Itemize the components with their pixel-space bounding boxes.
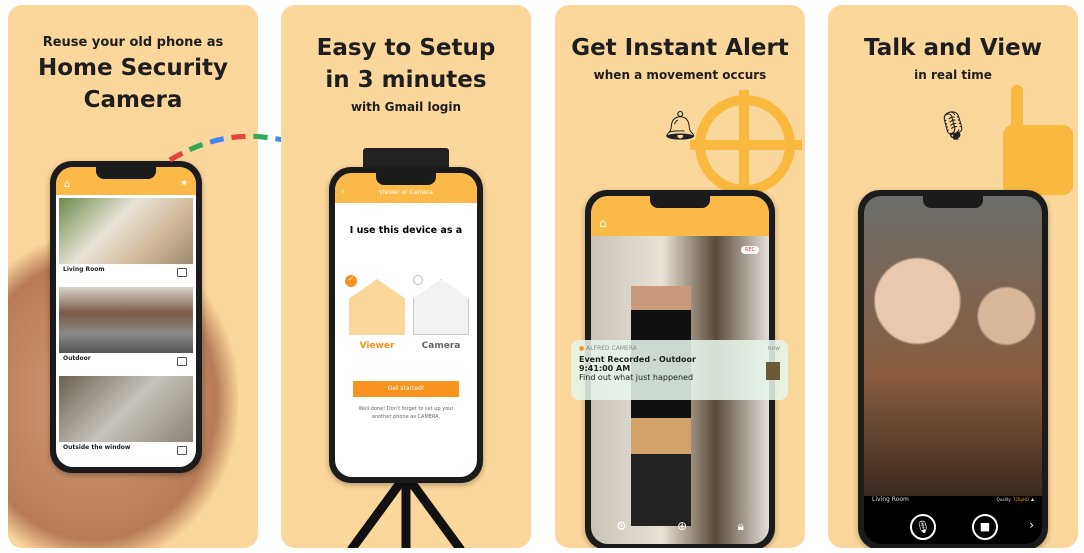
phone: ‹ Viewer or Camera I use this device as …: [329, 167, 483, 483]
home-icon[interactable]: ⌂: [599, 216, 607, 230]
option-camera[interactable]: [413, 279, 469, 335]
playback-icon[interactable]: [177, 357, 187, 366]
phone: Living Room Quality 720pHD ▴ 🎙︎ ■ ›: [858, 190, 1048, 548]
camera-card[interactable]: Living Room: [56, 198, 196, 284]
video-feed: [864, 196, 1042, 496]
camera-name: Outdoor: [63, 355, 91, 362]
camera-card[interactable]: Outdoor: [56, 287, 196, 373]
title-line1: Easy to Setup: [316, 35, 496, 61]
panel-home-security: Reuse your old phone as Home Security Ca…: [8, 5, 258, 548]
title: Get Instant Alert: [571, 35, 789, 61]
title-line1: Home Security: [37, 55, 228, 81]
subtitle: with Gmail login: [350, 100, 462, 114]
title: Talk and View: [864, 35, 1042, 61]
notification-timestamp: 9:41:00 AM: [579, 364, 631, 373]
camera-name: Outside the window: [63, 444, 131, 451]
notification-app: ALFRED CAMERA: [586, 345, 637, 352]
notification-title: Event Recorded - Outdoor: [579, 355, 696, 364]
settings-icon[interactable]: ⚙: [616, 519, 627, 534]
crosshair-icon[interactable]: ⊕: [677, 519, 687, 534]
screen-title: Viewer or Camera: [379, 189, 433, 196]
prompt: I use this device as a: [349, 225, 463, 236]
home-icon[interactable]: ⌂: [64, 179, 70, 190]
playback-icon[interactable]: [177, 268, 187, 277]
quality-label: Quality: [996, 497, 1011, 502]
chevron-right-icon[interactable]: ›: [1029, 518, 1034, 532]
title-line2: in 3 minutes: [325, 67, 487, 93]
get-started-button[interactable]: Get started!: [353, 381, 459, 397]
hint-text: Well done! Don't forget to set up your a…: [358, 406, 454, 420]
microphone-icon: 🎙︎: [935, 108, 971, 142]
tripod: [347, 475, 465, 548]
notification-thumbnail: [766, 362, 780, 380]
subtitle: when a movement occurs: [593, 68, 767, 82]
camera-card[interactable]: Outside the window: [56, 376, 196, 462]
talk-button[interactable]: 🎙︎: [910, 514, 936, 540]
bell-icon: 🔔︎: [662, 108, 698, 142]
walkie-talkie-icon: [1003, 125, 1073, 195]
camera-label: Camera: [421, 341, 461, 351]
option-viewer[interactable]: [349, 279, 405, 335]
app-icon: ●: [579, 345, 585, 352]
notification[interactable]: ● ALFRED CAMERA now Event Recorded - Outd…: [571, 340, 788, 400]
radio-unchecked[interactable]: [413, 275, 423, 285]
notification-body: Find out what just happened: [579, 373, 694, 382]
viewer-label: Viewer: [359, 341, 395, 351]
lock-icon[interactable]: 🔒︎: [737, 519, 743, 534]
delivery-person-image: [631, 286, 691, 526]
notification-time: now: [767, 345, 780, 352]
subtitle: in real time: [914, 68, 992, 82]
panel-easy-setup: Easy to Setup in 3 minutes with Gmail lo…: [281, 5, 531, 548]
camera-name: Living Room: [872, 496, 909, 503]
subtitle: Reuse your old phone as: [42, 35, 224, 50]
phone: ⌂ ✷ Living Room Outdoor Outside the wind…: [50, 161, 202, 473]
camera-name: Living Room: [63, 266, 105, 273]
panel-instant-alert: Get Instant Alert when a movement occurs…: [555, 5, 805, 548]
title-line2: Camera: [83, 87, 183, 113]
check-icon: ✓: [345, 275, 357, 287]
record-video-button[interactable]: ■: [972, 514, 998, 540]
playback-icon[interactable]: [177, 446, 187, 455]
settings-icon[interactable]: ✷: [180, 179, 188, 189]
rec-badge: REC: [740, 246, 759, 254]
quality-value[interactable]: 720pHD: [1013, 497, 1029, 502]
panel-talk-view: Talk and View in real time 🎙︎ Living Roo…: [828, 5, 1078, 548]
